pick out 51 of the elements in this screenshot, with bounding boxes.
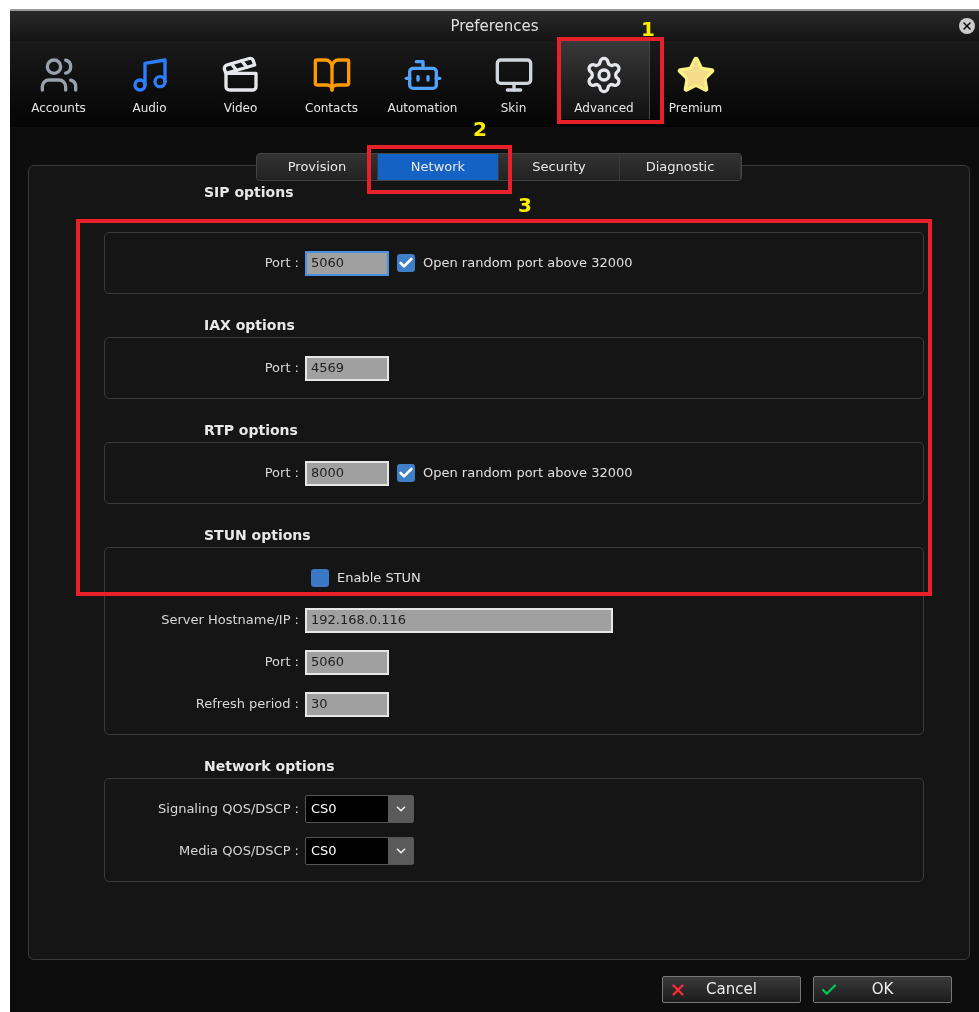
cancel-button[interactable]: Cancel <box>662 976 801 1003</box>
toolbar-button[interactable]: Advanced <box>559 39 650 119</box>
gear-icon <box>584 55 624 95</box>
field-label: Media QOS/DSCP : <box>179 842 299 861</box>
section-title: STUN options <box>204 525 311 545</box>
close-icon[interactable] <box>959 18 975 34</box>
field-label: Refresh period : <box>195 695 299 714</box>
checkbox-label: Open random port above 32000 <box>423 464 633 483</box>
field-label: Port : <box>264 653 299 672</box>
checkbox[interactable] <box>311 569 329 587</box>
section-title: Network options <box>204 756 335 776</box>
check-icon <box>398 465 414 481</box>
section-title: IAX options <box>204 315 295 335</box>
text-field[interactable]: 4569 <box>305 355 389 381</box>
section-title: SIP options <box>204 183 294 202</box>
toolbar-button[interactable]: Automation <box>377 39 468 119</box>
dropdown[interactable]: CS0 <box>305 795 414 823</box>
step-number: 3 <box>518 192 532 219</box>
text-field[interactable]: 30 <box>305 691 389 717</box>
text-field[interactable]: 5060 <box>305 250 389 276</box>
field-label: Port : <box>264 359 299 378</box>
toolbar-button[interactable]: Skin <box>468 39 559 119</box>
window-title: Preferences <box>450 15 539 37</box>
checkbox[interactable] <box>397 254 415 272</box>
field-label: Port : <box>264 254 299 273</box>
toolbar-button[interactable]: Accounts <box>13 39 104 119</box>
users-icon <box>38 55 79 95</box>
tab[interactable]: Provision <box>257 154 378 180</box>
star-icon <box>675 55 716 95</box>
toolbar-button[interactable]: Contacts <box>286 39 377 119</box>
section-title: RTP options <box>204 420 298 440</box>
checkbox[interactable] <box>397 464 415 482</box>
field-label: Signaling QOS/DSCP : <box>158 800 299 819</box>
tab[interactable]: Security <box>499 154 620 180</box>
toolbar-button[interactable]: Video <box>195 39 286 119</box>
field-label: Server Hostname/IP : <box>161 611 299 630</box>
text-field[interactable]: 8000 <box>305 460 389 486</box>
field-label: Port : <box>264 464 299 483</box>
tab[interactable]: Network <box>378 154 499 180</box>
step-number: 2 <box>473 116 487 143</box>
ok-button[interactable]: OK <box>813 976 952 1003</box>
checkbox-label: Enable STUN <box>337 569 421 588</box>
dropdown[interactable]: CS0 <box>305 837 414 865</box>
text-field[interactable]: 5060 <box>305 649 389 675</box>
clapperboard-icon <box>220 55 261 95</box>
text-field[interactable]: 192.168.0.116 <box>305 607 613 633</box>
tab[interactable]: Diagnostic <box>620 154 741 180</box>
checkbox-label: Open random port above 32000 <box>423 254 633 273</box>
check-icon <box>398 255 414 271</box>
toolbar-button[interactable]: Audio <box>104 39 195 119</box>
monitor-icon <box>493 55 534 95</box>
